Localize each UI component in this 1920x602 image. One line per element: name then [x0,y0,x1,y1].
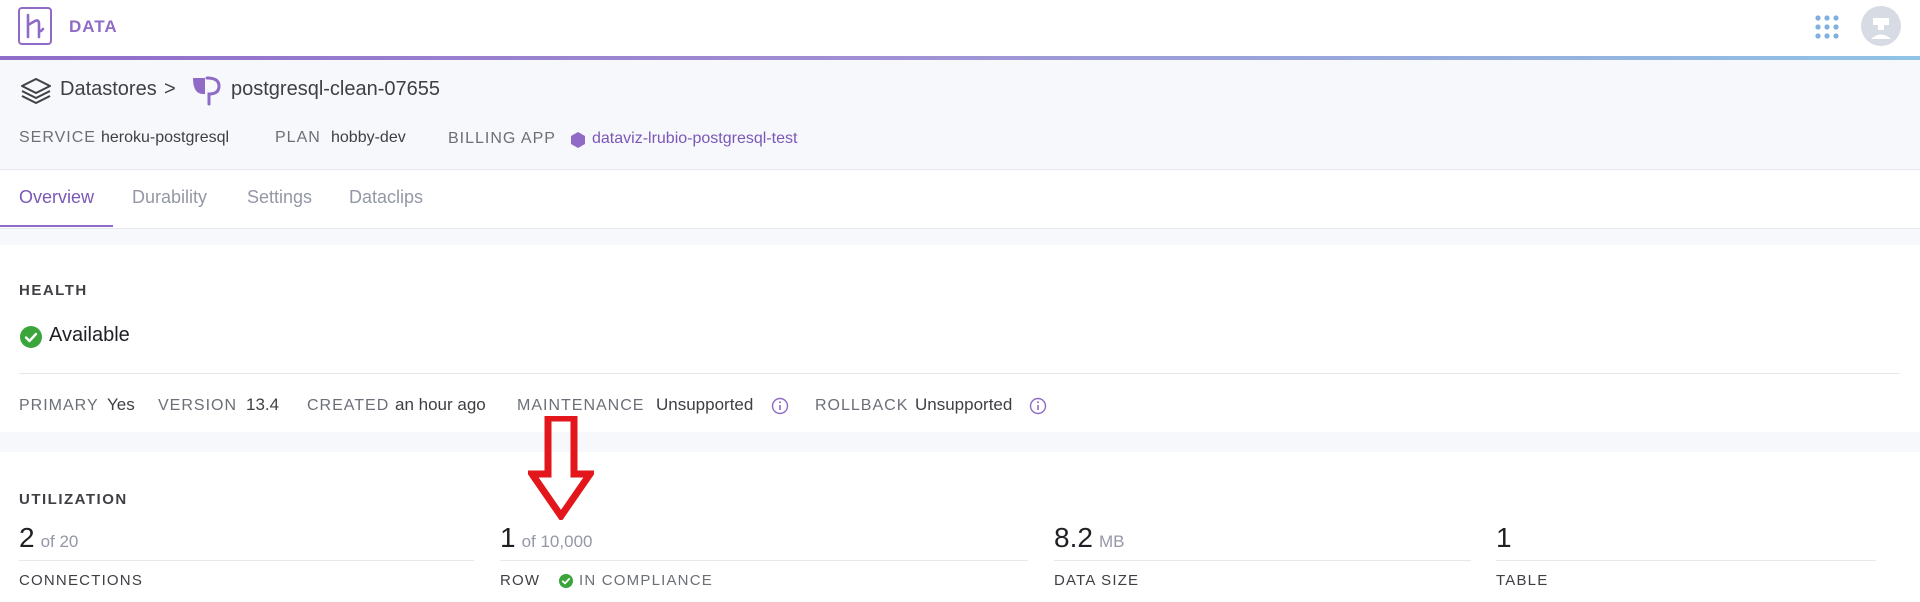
service-value: heroku-postgresql [101,129,230,146]
tab-durability[interactable]: Durability [132,187,207,208]
maintenance-info-icon[interactable] [771,397,789,415]
layers-icon [21,78,51,104]
app-name[interactable]: DATA [69,17,118,37]
connections-divider [19,560,474,561]
billing-app-link[interactable]: dataviz-lrubio-postgresql-test [592,130,797,148]
compliance-check-icon [559,574,573,588]
billing-app-label: BILLING APP [448,130,556,147]
connections-metric: 2 of 20 [19,522,78,554]
tables-metric: 1 [1496,522,1512,554]
breadcrumb-current: postgresql-clean-07655 [231,78,441,100]
user-avatar[interactable] [1861,6,1901,46]
check-circle-icon [20,326,42,348]
rollback-info-icon[interactable] [1029,397,1047,415]
data-size-metric: 8.2 MB [1054,522,1124,554]
version-label: VERSION [158,397,238,414]
utilization-card [0,452,1920,602]
utilization-title: UTILIZATION [19,491,128,508]
rollback-value: Unsupported [915,395,1013,414]
tab-bar: Overview Durability Settings Dataclips [0,169,1920,229]
maintenance-value: Unsupported [656,395,754,414]
created-label: CREATED [307,397,390,414]
page-header [0,60,1920,168]
red-down-arrow [528,416,594,520]
tab-overview[interactable]: Overview [19,187,94,208]
data-size-unit: MB [1098,532,1125,551]
rows-value: 1 [500,522,516,553]
rows-label: ROW [500,572,541,589]
tables-label: TABLE [1496,572,1549,589]
created-value: an hour ago [395,395,486,414]
apps-grid-icon[interactable] [1814,14,1840,40]
connections-value: 2 [19,522,35,553]
plan-value: hobby-dev [331,129,406,146]
compliance-status: IN COMPLIANCE [579,572,713,589]
tab-settings[interactable]: Settings [247,187,312,208]
plan-label: PLAN [275,129,321,146]
rows-divider [500,560,1028,561]
top-bar: DATA [0,0,1920,56]
hexagon-app-icon [571,132,585,148]
rollback-label: ROLLBACK [815,397,909,414]
health-status: Available [49,324,130,346]
data-size-value: 8.2 [1054,522,1093,553]
health-divider [19,373,1900,374]
active-tab-indicator [0,225,113,227]
rows-metric: 1 of 10,000 [500,522,592,554]
tables-divider [1496,560,1876,561]
connections-label: CONNECTIONS [19,572,144,589]
health-title: HEALTH [19,282,88,299]
heroku-logo-icon[interactable] [18,7,52,45]
data-size-label: DATA SIZE [1054,572,1140,589]
postgres-elephant-icon [193,76,221,106]
connections-limit: of 20 [40,532,79,551]
version-value: 13.4 [246,395,280,414]
breadcrumb-separator: > [164,78,176,100]
service-label: SERVICE [19,129,96,146]
breadcrumb-datastores[interactable]: Datastores [60,78,157,101]
rows-limit: of 10,000 [521,532,593,551]
maintenance-label: MAINTENANCE [517,397,645,414]
data-size-divider [1054,560,1471,561]
primary-value: Yes [107,395,135,414]
tables-value: 1 [1496,522,1512,553]
primary-label: PRIMARY [19,397,99,414]
tab-dataclips[interactable]: Dataclips [349,187,423,208]
